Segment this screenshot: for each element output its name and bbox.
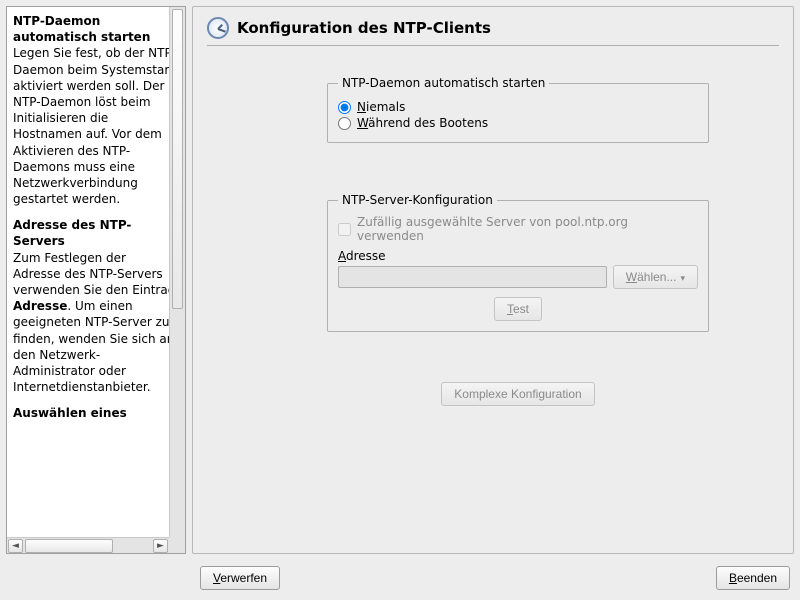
random-pool-label: Zufällig ausgewählte Server von pool.ntp… — [357, 215, 698, 243]
help-scrollbar-horizontal[interactable]: ◄ ► — [7, 537, 169, 553]
radio-boot-label[interactable]: Während des Bootens — [357, 116, 488, 130]
serverconf-group: NTP-Server-Konfiguration Zufällig ausgew… — [327, 193, 709, 332]
complex-config-button: Komplexe Konfiguration — [441, 382, 594, 406]
discard-button[interactable]: Verwerfen — [200, 566, 280, 590]
serverconf-legend: NTP-Server-Konfiguration — [338, 193, 497, 207]
help-section2-post: . Um einen geeigneten NTP-Server zu find… — [13, 299, 174, 394]
random-pool-checkbox — [338, 223, 351, 236]
help-section1-title: NTP-Daemon automatisch starten — [13, 14, 150, 44]
test-button: Test — [494, 297, 542, 321]
help-panel: NTP-Daemon automatisch starten Legen Sie… — [6, 6, 186, 554]
radio-never[interactable] — [338, 101, 351, 114]
autostart-legend: NTP-Daemon automatisch starten — [338, 76, 549, 90]
scrollbar-thumb[interactable] — [172, 9, 183, 309]
bottom-bar: Verwerfen Beenden — [0, 560, 800, 600]
help-scrollbar-vertical[interactable] — [169, 7, 185, 537]
scroll-left-icon[interactable]: ◄ — [8, 539, 23, 553]
radio-never-label[interactable]: Niemals — [357, 100, 405, 114]
help-section2-pre: Zum Festlegen der Adresse des NTP-Server… — [13, 251, 175, 297]
scroll-right-icon[interactable]: ► — [153, 539, 168, 553]
page-title: Konfiguration des NTP-Clients — [237, 19, 491, 37]
chevron-down-icon: ▾ — [680, 273, 685, 283]
help-section1-body: Legen Sie fest, ob der NTP-Daemon beim S… — [13, 46, 176, 206]
scrollbar-corner — [169, 537, 185, 553]
help-text: NTP-Daemon automatisch starten Legen Sie… — [7, 7, 185, 553]
select-server-button: Wählen...▾ — [613, 265, 698, 289]
finish-button[interactable]: Beenden — [716, 566, 790, 590]
radio-boot[interactable] — [338, 117, 351, 130]
main-panel: Konfiguration des NTP-Clients NTP-Daemon… — [192, 6, 794, 554]
divider — [207, 45, 779, 46]
address-input — [338, 266, 607, 288]
clock-icon — [207, 17, 229, 39]
help-section3-title: Auswählen eines — [13, 406, 127, 420]
help-section2-strong: Adresse — [13, 299, 67, 313]
autostart-group: NTP-Daemon automatisch starten Niemals W… — [327, 76, 709, 143]
address-label: Adresse — [338, 249, 698, 263]
help-section2-title: Adresse des NTP-Servers — [13, 218, 131, 248]
scrollbar-thumb[interactable] — [25, 539, 113, 553]
